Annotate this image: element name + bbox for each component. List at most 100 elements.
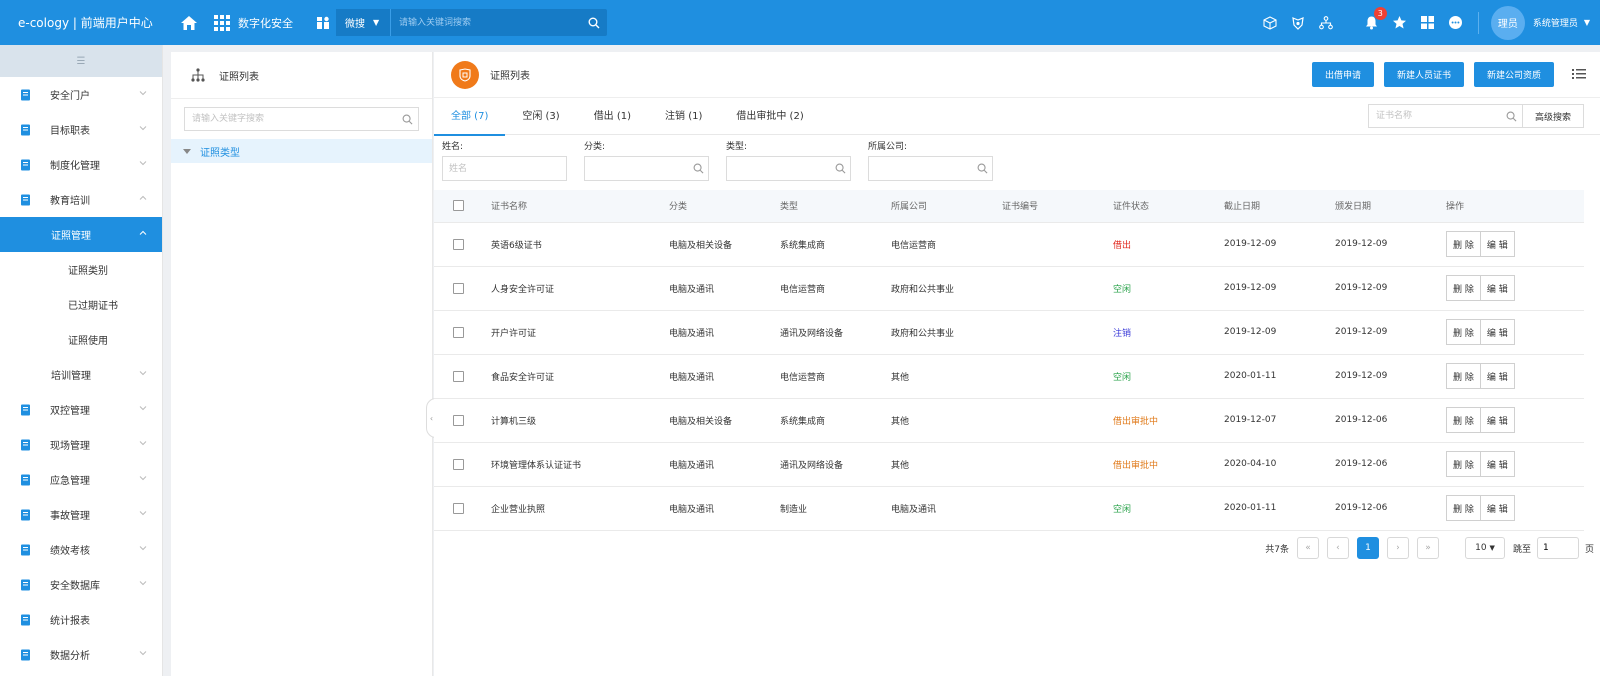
delete-button[interactable]: 删 除 xyxy=(1446,363,1481,389)
edit-button[interactable]: 编 辑 xyxy=(1480,451,1515,477)
chat-icon[interactable] xyxy=(1448,15,1464,31)
sidebar-item-7[interactable]: 证照使用 xyxy=(0,322,162,357)
page-current[interactable]: 1 xyxy=(1356,537,1379,559)
cert-name-value[interactable]: 开户许可证 xyxy=(491,329,536,339)
row-checkbox[interactable] xyxy=(453,326,464,338)
chevron-down-icon[interactable] xyxy=(138,543,148,553)
chevron-down-icon[interactable] xyxy=(138,158,148,168)
avatar[interactable]: 理员 xyxy=(1490,5,1525,40)
tab-pending-approval[interactable]: 借出审批中 (2) xyxy=(719,98,820,135)
search-icon[interactable] xyxy=(688,163,708,174)
row-checkbox[interactable] xyxy=(453,414,464,426)
col-cert-name[interactable]: 证书名称 xyxy=(491,190,669,223)
sidebar-item-10[interactable]: 现场管理 xyxy=(0,427,162,462)
sidebar-item-12[interactable]: 事故管理 xyxy=(0,497,162,532)
chevron-down-icon[interactable] xyxy=(138,88,148,98)
org-icon[interactable] xyxy=(1318,15,1334,31)
cert-name-value[interactable]: 英语6级证书 xyxy=(491,241,542,251)
select-all-checkbox[interactable] xyxy=(453,200,464,212)
first-page-icon[interactable]: « xyxy=(1296,537,1319,559)
col-type[interactable]: 类型 xyxy=(780,190,891,223)
list-menu-icon[interactable] xyxy=(1572,67,1586,81)
edit-button[interactable]: 编 辑 xyxy=(1480,407,1515,433)
cert-name-value[interactable]: 人身安全许可证 xyxy=(491,285,554,295)
tab-idle[interactable]: 空闲 (3) xyxy=(505,98,576,135)
row-checkbox[interactable] xyxy=(453,370,464,382)
filter-type-input[interactable] xyxy=(727,157,830,180)
edit-button[interactable]: 编 辑 xyxy=(1480,495,1515,521)
cert-name-search-input[interactable] xyxy=(1368,105,1502,127)
home-icon[interactable] xyxy=(180,14,198,32)
col-category[interactable]: 分类 xyxy=(669,190,780,223)
chevron-down-icon[interactable] xyxy=(138,368,148,378)
delete-button[interactable]: 删 除 xyxy=(1446,231,1481,257)
col-company[interactable]: 所属公司 xyxy=(891,190,1002,223)
lend-request-button[interactable]: 出借申请 xyxy=(1311,62,1374,87)
chevron-down-icon[interactable]: ▼ xyxy=(1584,18,1590,27)
delete-button[interactable]: 删 除 xyxy=(1446,319,1481,345)
delete-button[interactable]: 删 除 xyxy=(1446,495,1481,521)
sidebar-item-1[interactable]: 目标职表 xyxy=(0,112,162,147)
chevron-down-icon[interactable] xyxy=(138,473,148,483)
cert-name-value[interactable]: 环境管理体系认证证书 xyxy=(491,461,581,471)
delete-button[interactable]: 删 除 xyxy=(1446,275,1481,301)
tree-search-input[interactable] xyxy=(185,108,396,130)
chevron-down-icon[interactable] xyxy=(138,578,148,588)
delete-button[interactable]: 删 除 xyxy=(1446,451,1481,477)
sidebar-item-6[interactable]: 已过期证书 xyxy=(0,287,162,322)
star-icon[interactable] xyxy=(1392,15,1408,31)
chevron-up-icon[interactable] xyxy=(138,228,148,238)
delete-button[interactable]: 删 除 xyxy=(1446,407,1481,433)
sidebar-item-2[interactable]: 制度化管理 xyxy=(0,147,162,182)
global-search-input[interactable] xyxy=(391,9,581,36)
row-checkbox[interactable] xyxy=(453,282,464,294)
sidebar-item-8[interactable]: 培训管理 xyxy=(0,357,162,392)
sidebar-item-9[interactable]: 双控管理 xyxy=(0,392,162,427)
sidebar-item-11[interactable]: 应急管理 xyxy=(0,462,162,497)
search-icon[interactable] xyxy=(1502,111,1522,122)
col-cert-number[interactable]: 证书编号 xyxy=(1002,190,1113,223)
sidebar-item-13[interactable]: 绩效考核 xyxy=(0,532,162,567)
username[interactable]: 系统管理员 xyxy=(1533,16,1578,29)
filter-name-input[interactable] xyxy=(443,157,566,180)
tab-all[interactable]: 全部 (7) xyxy=(434,98,506,136)
sidebar-item-5[interactable]: 证照类别 xyxy=(0,252,162,287)
chevron-down-icon[interactable] xyxy=(138,403,148,413)
row-checkbox[interactable] xyxy=(453,458,464,470)
page-size-select[interactable]: 10 ▼ xyxy=(1464,537,1505,559)
search-module-icon[interactable] xyxy=(309,9,337,36)
search-icon[interactable] xyxy=(830,163,850,174)
tab-borrowed[interactable]: 借出 (1) xyxy=(577,98,648,135)
search-scope-select[interactable]: 微搜 ▼ xyxy=(337,9,391,36)
new-company-qualification-button[interactable]: 新建公司资质 xyxy=(1473,62,1554,87)
filter-company-input[interactable] xyxy=(869,157,972,180)
advanced-search-button[interactable]: 高级搜索 xyxy=(1522,104,1584,128)
sidebar-item-14[interactable]: 安全数据库 xyxy=(0,567,162,602)
sidebar-item-3[interactable]: 教育培训 xyxy=(0,182,162,217)
chevron-down-icon[interactable] xyxy=(138,438,148,448)
app-name[interactable]: 数字化安全 xyxy=(238,15,293,31)
caret-down-icon[interactable] xyxy=(183,148,191,154)
jump-page-input[interactable] xyxy=(1536,537,1579,559)
search-icon[interactable] xyxy=(581,9,607,36)
cert-name-value[interactable]: 食品安全许可证 xyxy=(491,373,554,383)
sidebar-item-0[interactable]: 安全门户 xyxy=(0,77,162,112)
sidebar-item-16[interactable]: 数据分析 xyxy=(0,637,162,672)
sidebar-item-15[interactable]: 统计报表 xyxy=(0,602,162,637)
edit-button[interactable]: 编 辑 xyxy=(1480,319,1515,345)
tiles-icon[interactable] xyxy=(1420,15,1436,31)
tab-cancelled[interactable]: 注销 (1) xyxy=(648,98,719,135)
chevron-down-icon[interactable] xyxy=(138,648,148,658)
new-personal-cert-button[interactable]: 新建人员证书 xyxy=(1383,62,1464,87)
chevron-up-icon[interactable] xyxy=(138,193,148,203)
cert-name-value[interactable]: 企业营业执照 xyxy=(491,505,545,515)
app-grid-icon[interactable] xyxy=(214,14,230,31)
cube-icon[interactable] xyxy=(1262,15,1278,31)
chevron-down-icon[interactable] xyxy=(138,123,148,133)
shield-icon[interactable] xyxy=(1290,15,1306,31)
prev-page-icon[interactable]: ‹ xyxy=(1326,537,1349,559)
row-checkbox[interactable] xyxy=(453,238,464,250)
menu-toggle-icon[interactable]: ☰ xyxy=(0,45,162,77)
next-page-icon[interactable]: › xyxy=(1386,537,1409,559)
col-issue-date[interactable]: 颁发日期 xyxy=(1335,190,1446,223)
